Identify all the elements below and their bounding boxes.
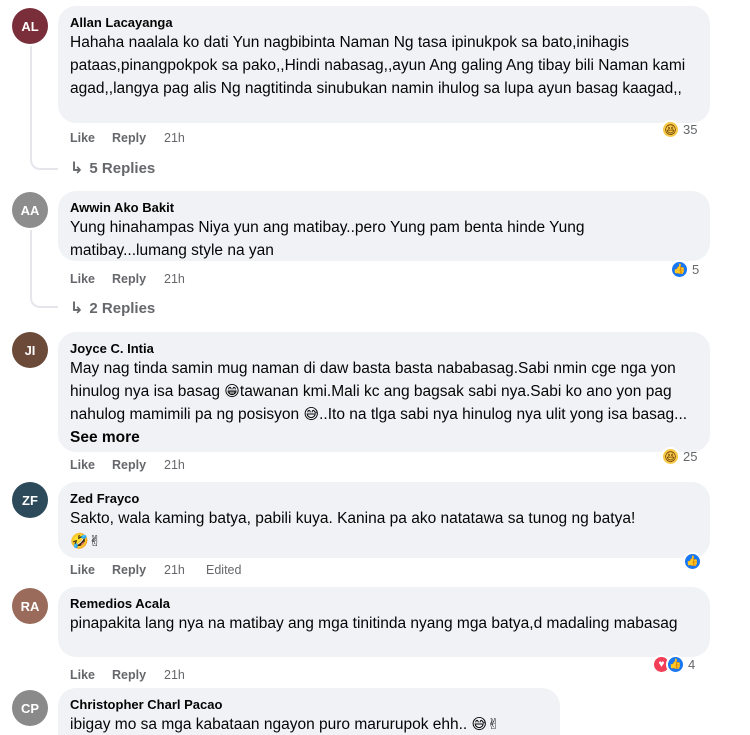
comment-actions: Like Reply 21h [70, 131, 206, 145]
reaction-count: 25 [683, 449, 698, 464]
view-replies-button[interactable]: ↳ 2 Replies [70, 298, 155, 318]
reaction-count: 4 [688, 657, 696, 672]
replies-count: 2 Replies [89, 299, 156, 317]
comment-text: Yung hinahampas Niya yun ang matibay..pe… [70, 219, 585, 259]
like-button[interactable]: Like [70, 458, 112, 472]
comment-author[interactable]: Allan Lacayanga [70, 14, 698, 31]
reply-button[interactable]: Reply [112, 272, 164, 286]
thread-line [30, 230, 58, 308]
like-button[interactable]: Like [70, 668, 112, 682]
reply-button[interactable]: Reply [112, 131, 164, 145]
reaction-summary[interactable]: 👍 5 [670, 260, 699, 279]
like-button[interactable]: Like [70, 131, 112, 145]
reply-button[interactable]: Reply [112, 458, 164, 472]
replies-count: 5 Replies [89, 159, 156, 177]
grin-emoji: 😁 [224, 383, 240, 400]
reply-button[interactable]: Reply [112, 668, 164, 682]
like-icon: 👍 [670, 260, 689, 279]
comment-bubble: Joyce C. Intia May nag tinda samin mug n… [58, 332, 710, 452]
comment-author[interactable]: Joyce C. Intia [70, 340, 698, 357]
reaction-summary[interactable]: 😆 25 [661, 447, 697, 466]
reply-arrow-icon: ↳ [70, 160, 84, 177]
see-more-link[interactable]: See more [70, 429, 140, 446]
reaction-count: 35 [683, 122, 698, 137]
reaction-summary[interactable]: 😆 35 [661, 120, 697, 139]
reaction-summary[interactable]: 👍 [683, 552, 702, 571]
reply-button[interactable]: Reply [112, 563, 164, 577]
edited-label: Edited [206, 563, 242, 577]
like-icon: 👍 [683, 552, 702, 571]
reaction-count: 5 [692, 262, 700, 277]
avatar[interactable]: ZF [12, 482, 48, 518]
comment-bubble: Allan Lacayanga Hahaha naalala ko dati Y… [58, 6, 710, 123]
comment-author[interactable]: Awwin Ako Bakit [70, 199, 698, 216]
like-button[interactable]: Like [70, 563, 112, 577]
comment-emojis: 😅✌ [471, 716, 500, 733]
comment-author[interactable]: Christopher Charl Pacao [70, 696, 548, 713]
avatar[interactable]: CP [12, 690, 48, 726]
comment-text: Hahaha naalala ko dati Yun nagbibinta Na… [70, 34, 686, 97]
comment-text: ibigay mo sa mga kabataan ngayon puro ma… [70, 713, 548, 735]
comment-text: May nag tinda samin mug naman di daw bas… [70, 357, 698, 449]
comment-timestamp[interactable]: 21h [164, 131, 206, 145]
comment-bubble: Christopher Charl Pacao ibigay mo sa mga… [58, 688, 560, 735]
comment-author[interactable]: Remedios Acala [70, 595, 698, 612]
sweat-smile-emoji: 😅 [303, 406, 320, 423]
comment-emojis: 🤣✌ [70, 533, 102, 550]
like-icon: 👍 [666, 655, 685, 674]
avatar[interactable]: JI [12, 332, 48, 368]
comment-text: pinapakita lang nya na matibay ang mga t… [70, 615, 678, 632]
like-button[interactable]: Like [70, 272, 112, 286]
thread-line [30, 46, 58, 170]
comment-actions: Like Reply 21h [70, 458, 206, 472]
comment-timestamp[interactable]: 21h [164, 458, 206, 472]
comment-actions: Like Reply 21h Edited [70, 563, 241, 577]
avatar[interactable]: RA [12, 588, 48, 624]
haha-icon: 😆 [661, 120, 680, 139]
comment-actions: Like Reply 21h [70, 272, 206, 286]
comment-actions: Like Reply 21h [70, 668, 206, 682]
comment-text: Sakto, wala kaming batya, pabili kuya. K… [70, 510, 636, 527]
view-replies-button[interactable]: ↳ 5 Replies [70, 158, 155, 178]
comment-text-part: ibigay mo sa mga kabataan ngayon puro ma… [70, 716, 472, 733]
avatar[interactable]: AA [12, 192, 48, 228]
comment-timestamp[interactable]: 21h [164, 272, 206, 286]
comment-bubble: Awwin Ako Bakit Yung hinahampas Niya yun… [58, 191, 710, 261]
reaction-summary[interactable]: ♥ 👍 4 [652, 655, 695, 674]
comment-text-part: ..Ito na tlga sabi nya hinulog nya ulit … [319, 406, 688, 423]
reply-arrow-icon: ↳ [70, 300, 84, 317]
comment-bubble: Remedios Acala pinapakita lang nya na ma… [58, 587, 710, 657]
avatar[interactable]: AL [12, 8, 48, 44]
comment-timestamp[interactable]: 21h [164, 563, 206, 577]
comment-bubble: Zed Frayco Sakto, wala kaming batya, pab… [58, 482, 710, 558]
comment-timestamp[interactable]: 21h [164, 668, 206, 682]
comment-author[interactable]: Zed Frayco [70, 490, 698, 507]
haha-icon: 😆 [661, 447, 680, 466]
